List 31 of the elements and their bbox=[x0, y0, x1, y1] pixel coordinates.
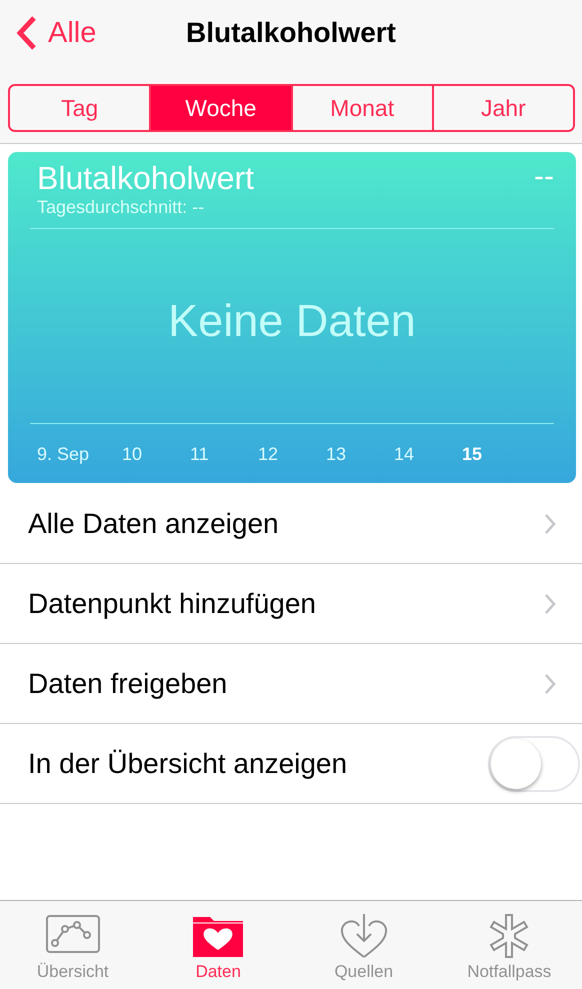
row-label: Daten freigeben bbox=[28, 668, 228, 700]
axis-label: 11 bbox=[190, 444, 209, 464]
row-label: Datenpunkt hinzufügen bbox=[28, 588, 316, 620]
toggle-switch[interactable] bbox=[488, 736, 580, 792]
no-data-label: Keine Daten bbox=[168, 295, 416, 347]
axis-label: 13 bbox=[326, 444, 346, 464]
daily-average: Tagesdurchschnitt: -- bbox=[36, 197, 204, 217]
list-row[interactable]: Datenpunkt hinzufügen bbox=[0, 564, 582, 644]
chevron-icon bbox=[544, 592, 556, 614]
row-label: In der Übersicht anzeigen bbox=[28, 748, 348, 780]
chevron-icon bbox=[544, 512, 556, 534]
segment-tab[interactable]: Jahr bbox=[432, 86, 573, 130]
back-chevron-icon bbox=[16, 15, 38, 51]
list-row[interactable]: Alle Daten anzeigen bbox=[0, 484, 582, 564]
screen-title: Blutalkoholwert bbox=[186, 17, 396, 48]
axis-label: 10 bbox=[122, 444, 142, 464]
chevron-icon bbox=[544, 672, 556, 694]
axis-label: 9. Sep bbox=[37, 444, 90, 464]
list-row[interactable]: Daten freigeben bbox=[0, 644, 582, 724]
row-label: Alle Daten anzeigen bbox=[28, 508, 279, 540]
tab-bar-item[interactable]: Quellen bbox=[291, 901, 436, 989]
axis-label: 12 bbox=[258, 444, 278, 464]
tab-bar-item[interactable]: Übersicht bbox=[0, 901, 146, 989]
axis-label: 15 bbox=[462, 444, 482, 464]
axis-label: 14 bbox=[394, 444, 414, 464]
segment-tab[interactable]: Woche bbox=[149, 86, 290, 130]
card-title: Blutalkoholwert bbox=[37, 160, 254, 197]
card-value: -- bbox=[534, 160, 554, 195]
back-button[interactable]: Alle bbox=[16, 15, 96, 51]
tab-bar-item[interactable]: Notfallpass bbox=[436, 901, 582, 989]
tab-bar-item[interactable]: Daten bbox=[146, 901, 291, 989]
